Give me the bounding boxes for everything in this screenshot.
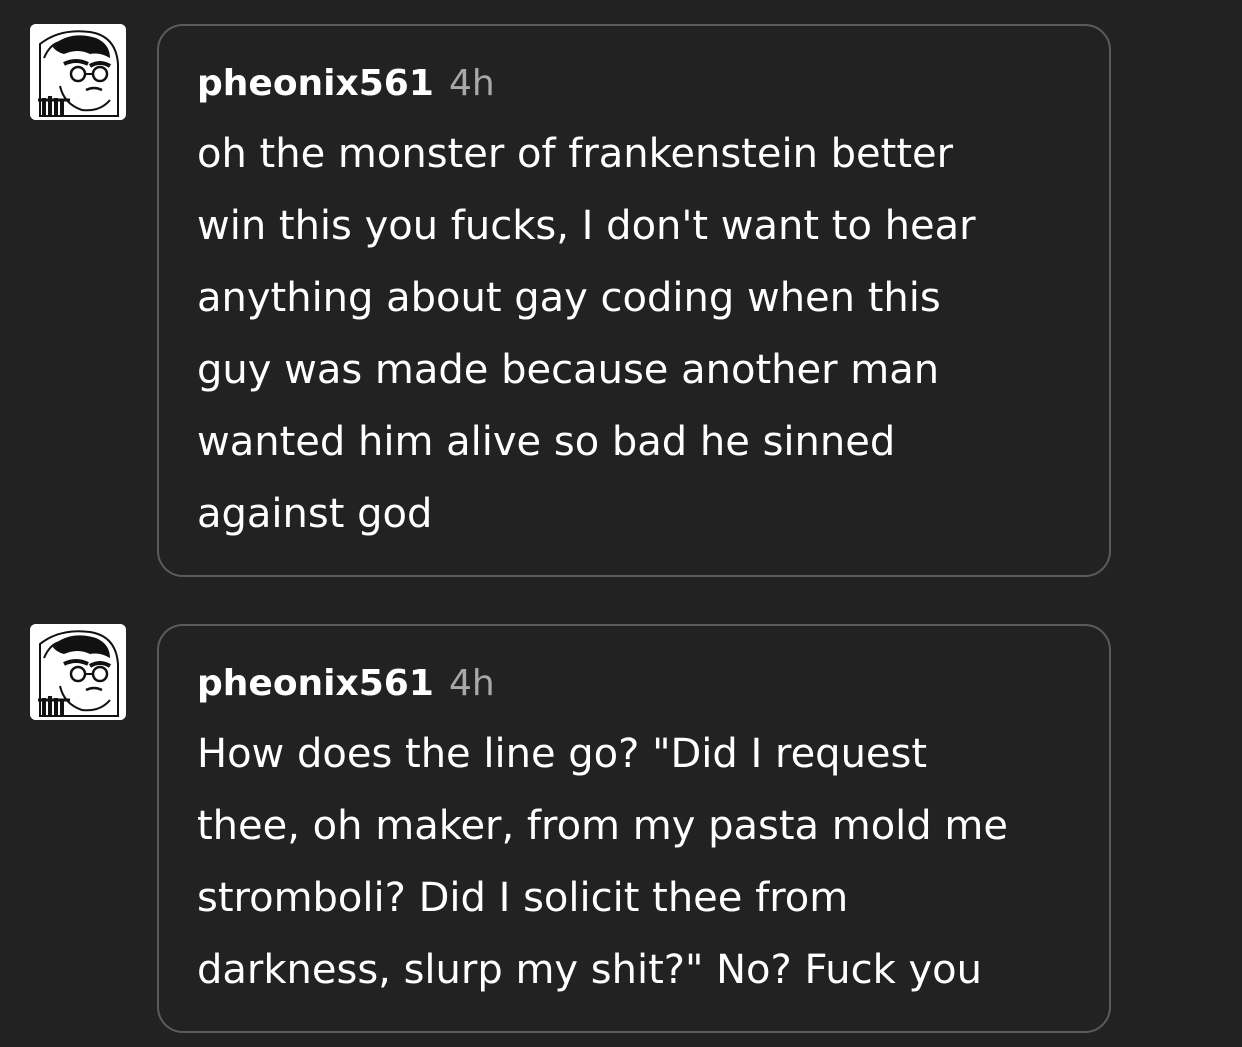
reply-text: How does the line go? "Did I request the… [197,718,1079,1006]
reply-text-line: anything about gay coding when this [197,275,941,321]
timestamp: 4h [448,63,495,104]
cartoon-face-avatar-icon[interactable] [30,24,126,120]
reply-text-line: stromboli? Did I solicit thee from [197,875,849,921]
username-link[interactable]: pheonix561 [197,663,434,704]
reply-text-line: thee, oh maker, from my pasta mold me [197,803,1008,849]
timestamp: 4h [448,663,495,704]
reply-bubble: pheonix561 4h How does the line go? "Did… [157,624,1111,1033]
reply-meta: pheonix561 4h [197,654,1079,714]
reply-bubble: pheonix561 4h oh the monster of frankens… [157,24,1111,577]
reply-text-line: darkness, slurp my shit?" No? Fuck you [197,947,982,993]
username-link[interactable]: pheonix561 [197,63,434,104]
cartoon-face-avatar-icon[interactable] [30,624,126,720]
reply-text-line: How does the line go? "Did I request [197,731,928,777]
reply-text-line: win this you fucks, I don't want to hear [197,203,976,249]
reply-meta: pheonix561 4h [197,54,1079,114]
reply-text: oh the monster of frankenstein better wi… [197,118,1079,550]
reply-text-line: wanted him alive so bad he sinned [197,419,896,465]
reply-thread: pheonix561 4h oh the monster of frankens… [0,0,1242,1047]
reply-text-line: against god [197,491,433,537]
reply-text-line: guy was made because another man [197,347,940,393]
reply-text-line: oh the monster of frankenstein better [197,131,954,177]
